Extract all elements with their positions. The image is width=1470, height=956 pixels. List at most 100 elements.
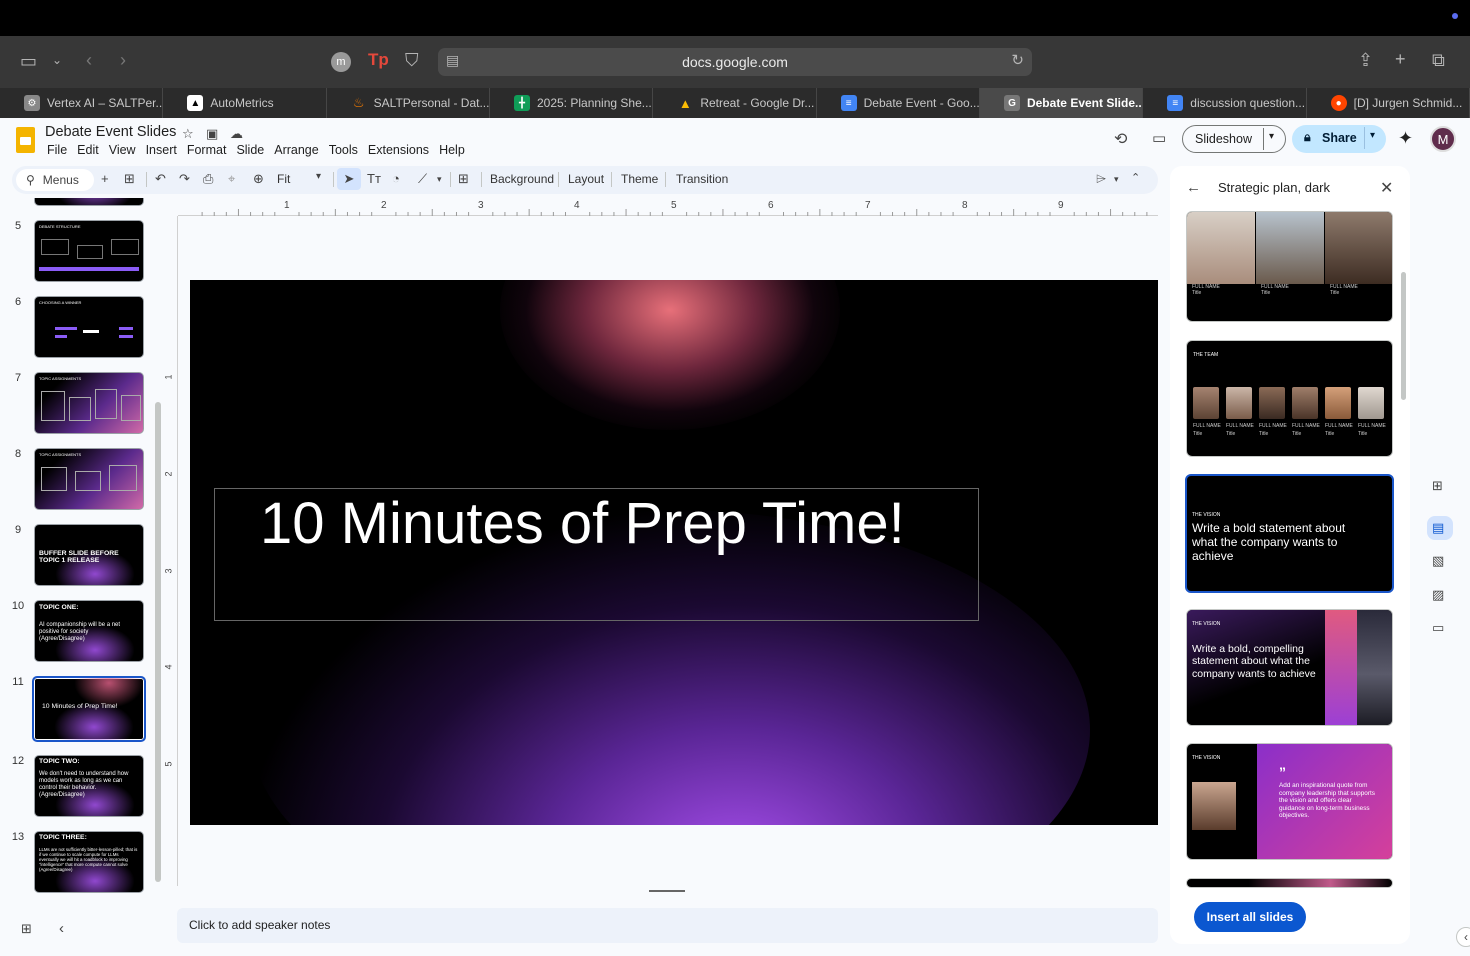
insert-comment-icon[interactable]: ⊞ [458,171,469,187]
browser-tab[interactable]: ▲ AutoMetrics [163,88,327,118]
browser-tab[interactable]: ▲ Retreat - Google Dr... [653,88,817,118]
profile-avatar[interactable]: m [331,52,351,72]
speaker-notes[interactable]: Click to add speaker notes [177,908,1158,943]
slideshow-button[interactable]: Slideshow ▾ [1182,125,1286,153]
menu-extensions[interactable]: Extensions [368,143,429,157]
chevron-down-icon[interactable]: ⌄ [52,53,62,67]
close-icon[interactable]: ✕ [1380,178,1393,198]
chevron-down-icon[interactable]: ▾ [316,171,321,182]
folder-icon[interactable]: ▭ [1432,620,1444,636]
address-bar[interactable]: ▤ docs.google.com ↻ [438,48,1032,76]
new-slide-layout-icon[interactable]: ⊞ [124,171,135,187]
menu-view[interactable]: View [109,143,136,157]
slide-thumbnail[interactable]: TOPIC ASSIGNMENTS [34,372,144,434]
slides-logo-icon[interactable] [16,127,35,153]
template-thumbnail-vision[interactable]: THE VISION Write a bold statement about … [1185,474,1394,593]
undo-icon[interactable]: ↶ [155,171,166,187]
grid-view-icon[interactable]: ⊞ [21,921,32,937]
browser-tab[interactable]: ≡ discussion question... [1143,88,1307,118]
menu-format[interactable]: Format [187,143,227,157]
background-button[interactable]: Background [490,172,554,186]
extension-tp-icon[interactable]: Tp [368,50,389,70]
chevron-down-icon[interactable]: ▾ [1114,174,1119,185]
search-menus-input[interactable]: ⚲ Menus [16,169,94,191]
menu-edit[interactable]: Edit [77,143,99,157]
stickers-icon[interactable]: ▧ [1432,553,1444,569]
cloud-status-icon[interactable]: ☁ [230,126,243,142]
slide-thumbnail[interactable]: TOPIC ASSIGNMENTS [34,448,144,510]
menu-help[interactable]: Help [439,143,465,157]
sidebar-toggle-icon[interactable]: ▭ [20,51,37,72]
collapse-toolbar-icon[interactable]: ⌃ [1131,171,1140,184]
slide-canvas[interactable]: 10 Minutes of Prep Time! [190,280,1158,825]
notes-resize-handle[interactable] [649,890,685,892]
zoom-select[interactable]: Fit [277,172,290,186]
template-thumbnail-people[interactable]: FULL NAME FULL NAME FULL NAME Title Titl… [1186,211,1393,322]
panel-scrollbar[interactable] [1401,272,1406,400]
browser-tab[interactable]: ● [D] Jurgen Schmid... [1307,88,1470,118]
paint-format-icon[interactable]: ⌖ [228,171,235,187]
slide-thumbnail[interactable]: BUFFER SLIDE BEFORE TOPIC 1 RELEASE [34,524,144,586]
expand-side-panel-icon[interactable]: ‹ [1456,927,1470,947]
chevron-down-icon[interactable]: ▾ [1269,131,1274,142]
new-tab-icon[interactable]: + [1395,49,1406,70]
slide-thumbnail[interactable]: TOPIC THREE: LLMs are not sufficiently b… [34,831,144,893]
add-image-icon[interactable]: ⊞ [1432,478,1443,494]
templates-icon[interactable]: ▤ [1432,520,1444,536]
menu-slide[interactable]: Slide [236,143,264,157]
browser-tab[interactable]: ⚙ Vertex AI – SALTPer... [0,88,164,118]
share-icon[interactable]: ⇪ [1358,50,1373,71]
menu-insert[interactable]: Insert [146,143,177,157]
redo-icon[interactable]: ↷ [179,171,190,187]
collapse-filmstrip-icon[interactable]: ‹ [59,920,64,937]
back-icon[interactable]: ‹ [86,50,92,71]
browser-tab-active[interactable]: G Debate Event Slide... [979,88,1144,118]
template-thumbnail-vision-image[interactable]: THE VISION Write a bold, compelling stat… [1186,609,1393,726]
slide-title[interactable]: 10 Minutes of Prep Time! [260,490,905,557]
shield-icon[interactable]: ⛉ [405,50,419,71]
menu-file[interactable]: File [47,143,67,157]
tab-overview-icon[interactable]: ⧉ [1432,50,1445,71]
share-button[interactable]: 🔒︎ Share ▾ [1292,125,1386,153]
slide-thumbnail[interactable] [34,198,144,206]
comments-icon[interactable]: ▭ [1152,129,1166,147]
chevron-down-icon[interactable]: ▾ [437,174,442,185]
slide-thumbnail[interactable]: TOPIC ONE: AI companionship will be a ne… [34,600,144,662]
menu-arrange[interactable]: Arrange [274,143,318,157]
browser-tab[interactable]: ≡ Debate Event - Goo... [817,88,980,118]
move-folder-icon[interactable]: ▣ [206,126,218,142]
slide-thumbnail[interactable]: CHOOSING A WINNER [34,296,144,358]
slide-thumbnail[interactable]: TOPIC TWO: We don't need to understand h… [34,755,144,817]
back-arrow-icon[interactable]: ← [1186,179,1201,196]
version-history-icon[interactable]: ⟲ [1114,129,1127,149]
inspiration-icon[interactable]: ▨ [1432,587,1444,603]
insert-all-slides-button[interactable]: Insert all slides [1194,902,1306,932]
print-icon[interactable]: ⎙ [203,171,213,187]
zoom-icon[interactable]: ⊕ [253,171,264,187]
shape-icon[interactable]: ◔ [392,171,400,186]
slide-thumbnail-selected[interactable]: 10 Minutes of Prep Time! [32,676,146,742]
new-slide-icon[interactable]: + [101,171,109,186]
menu-tools[interactable]: Tools [329,143,358,157]
filmstrip-scrollbar[interactable] [155,402,161,882]
browser-tab[interactable]: ♨ SALTPersonal - Dat... [327,88,490,118]
avatar[interactable]: M [1430,126,1456,152]
document-title[interactable]: Debate Event Slides [45,124,176,140]
text-box-icon[interactable]: Tт [367,171,381,186]
slide-thumbnail[interactable]: DEBATE STRUCTURE [34,220,144,282]
layout-button[interactable]: Layout [568,172,604,186]
chevron-down-icon[interactable]: ▾ [1370,130,1375,141]
browser-tab[interactable]: ╋ 2025: Planning She... [490,88,654,118]
line-icon[interactable]: ⟋ [418,171,427,187]
theme-button[interactable]: Theme [621,172,658,186]
forward-icon[interactable]: › [120,50,126,71]
template-thumbnail-quote[interactable]: THE VISION ” Add an inspirational quote … [1186,743,1393,860]
reload-icon[interactable]: ↻ [1011,51,1024,69]
gemini-sparkle-icon[interactable]: ✦ [1398,128,1413,149]
input-tools-icon[interactable]: ⌲ [1096,171,1106,187]
template-thumbnail-team[interactable]: THE TEAM FULL NAME FULL NAME FULL NAME F… [1186,340,1393,457]
star-icon[interactable]: ☆ [182,126,194,142]
template-thumbnail[interactable] [1186,878,1393,888]
transition-button[interactable]: Transition [676,172,728,186]
select-tool-icon[interactable]: ➤ [337,168,361,190]
